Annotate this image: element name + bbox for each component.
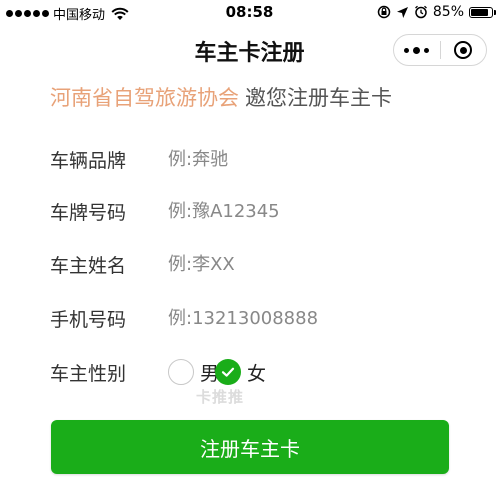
rotation-lock-icon	[377, 5, 391, 19]
battery-percent: 85%	[432, 4, 464, 20]
organization-name: 河南省自驾旅游协会	[50, 86, 239, 110]
plate-number-input[interactable]	[168, 194, 448, 228]
phone-number-input[interactable]	[168, 301, 448, 335]
status-bar: 中国移动 08:58 85%	[0, 0, 499, 26]
invitation-text: 邀您注册车主卡	[245, 86, 392, 110]
mini-program-capsule	[393, 34, 487, 66]
car-brand-input[interactable]	[168, 142, 448, 176]
form-row-car-brand: 车辆品牌	[50, 142, 470, 176]
male-radio[interactable]	[168, 359, 194, 385]
alarm-icon	[414, 5, 427, 19]
gender-option-male[interactable]: 男	[168, 359, 219, 386]
phone-number-label: 手机号码	[50, 309, 127, 331]
more-button[interactable]	[394, 35, 440, 65]
register-card-button[interactable]: 注册车主卡	[51, 420, 449, 474]
headline: 河南省自驾旅游协会 邀您注册车主卡	[50, 82, 392, 112]
form-row-phone-number: 手机号码	[50, 301, 470, 335]
nav-bar: 车主卡注册	[0, 26, 499, 72]
more-dots-icon	[404, 46, 430, 54]
car-brand-label: 车辆品牌	[50, 150, 127, 172]
plate-number-label: 车牌号码	[50, 202, 127, 224]
form-row-gender: 车主性别 男 女	[50, 355, 470, 389]
close-target-icon	[454, 41, 473, 59]
owner-name-input[interactable]	[168, 247, 448, 281]
screen: 中国移动 08:58 85% 车主卡注册 河南省自驾旅游协会 邀您注册车主卡 车…	[0, 0, 499, 487]
gender-label: 车主性别	[50, 363, 127, 385]
close-button[interactable]	[441, 35, 487, 65]
checkmark-icon	[221, 367, 235, 377]
watermark: 卡推推	[196, 388, 245, 406]
form-row-owner-name: 车主姓名	[50, 247, 470, 281]
battery-level-fill	[471, 8, 488, 16]
gender-option-female[interactable]: 女	[215, 359, 266, 386]
status-right: 85%	[377, 4, 496, 20]
gender-radio-group: 男 女	[168, 355, 266, 389]
battery-icon	[469, 6, 496, 18]
form-row-plate-number: 车牌号码	[50, 194, 470, 228]
owner-name-label: 车主姓名	[50, 255, 127, 277]
female-radio[interactable]	[215, 359, 242, 385]
location-arrow-icon	[396, 6, 408, 18]
female-label: 女	[247, 362, 267, 385]
